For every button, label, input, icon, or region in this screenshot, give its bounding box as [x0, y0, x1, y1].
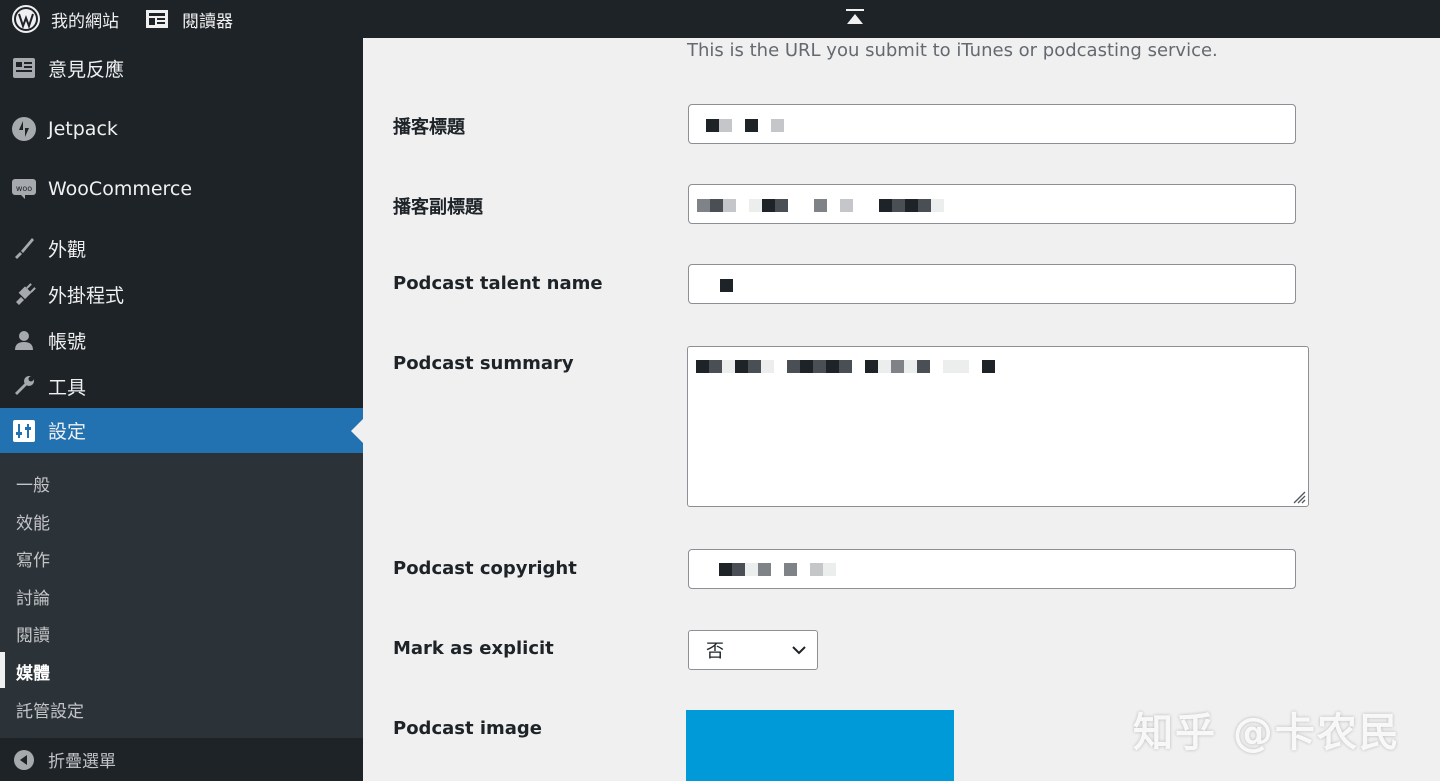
podcast-image-preview[interactable] [686, 710, 954, 781]
sidebar-item-label: WooCommerce [48, 178, 193, 200]
podcast-title-input[interactable] [688, 104, 1296, 144]
collapse-menu-button[interactable]: 折疊選單 [0, 738, 363, 781]
current-submenu-marker [0, 652, 5, 688]
sidebar-item-label: 外掛程式 [48, 284, 125, 307]
sidebar-item-feedback[interactable]: 意見反應 [0, 47, 363, 89]
podcast-summary-label: Podcast summary [393, 353, 574, 374]
redacted-text [696, 357, 995, 375]
sidebar-item-label: 設定 [48, 421, 87, 443]
podcast-copyright-label: Podcast copyright [393, 558, 577, 579]
podcast-copyright-input[interactable] [688, 549, 1296, 589]
sidebar-item-plugins[interactable]: 外掛程式 [0, 273, 363, 315]
site-menu-item[interactable]: 我的網站 [12, 0, 119, 38]
podcast-image-label: Podcast image [393, 718, 543, 739]
sidebar-item-jetpack[interactable]: Jetpack [0, 108, 363, 150]
admin-bar: 我的網站 閱讀器 [0, 0, 1440, 38]
watermark-text: 知乎 @卡农民 [1133, 710, 1401, 756]
svg-text:woo: woo [16, 184, 32, 193]
podcast-subtitle-label: 播客副標題 [393, 197, 483, 218]
redaction-smear [697, 267, 787, 301]
chevron-down-icon [792, 646, 806, 655]
admin-sidebar: 意見反應 Jetpack woo WooCommerce 外觀 外掛程式 帳號 [0, 38, 363, 781]
collapse-up-icon[interactable] [845, 8, 865, 26]
reader-icon [146, 10, 168, 28]
reader-menu-item[interactable]: 閱讀器 [145, 0, 233, 38]
user-icon [11, 327, 37, 353]
submenu-item-performance[interactable]: 效能 [16, 509, 50, 534]
sidebar-item-woocommerce[interactable]: woo WooCommerce [0, 168, 363, 210]
reader-label: 閱讀器 [182, 11, 233, 32]
submenu-item-discussion[interactable]: 討論 [16, 584, 50, 609]
sidebar-item-label: 工具 [48, 376, 87, 399]
mark-explicit-value: 否 [706, 641, 724, 662]
sidebar-item-settings[interactable]: 設定 [0, 408, 363, 453]
sidebar-item-users[interactable]: 帳號 [0, 319, 363, 361]
redacted-text [719, 560, 836, 578]
sidebar-item-label: Jetpack [48, 118, 118, 140]
podcast-talent-name-label: Podcast talent name [393, 273, 603, 294]
submenu-item-general[interactable]: 一般 [16, 471, 50, 496]
sidebar-item-appearance[interactable]: 外觀 [0, 227, 363, 269]
collapse-menu-label: 折疊選單 [48, 752, 116, 772]
collapse-left-icon [14, 749, 34, 770]
appearance-brush-icon [11, 235, 37, 261]
current-menu-arrow [351, 418, 363, 443]
podcast-subtitle-input[interactable] [688, 184, 1296, 224]
submenu-item-media[interactable]: 媒體 [16, 659, 50, 684]
redacted-text [720, 276, 733, 294]
plugins-icon [11, 281, 37, 307]
wrench-icon [11, 373, 37, 399]
sidebar-item-tools[interactable]: 工具 [0, 365, 363, 407]
sidebar-item-label: 外觀 [48, 238, 87, 261]
redacted-text [697, 196, 944, 214]
mark-explicit-select[interactable]: 否 [688, 630, 818, 670]
mark-explicit-label: Mark as explicit [393, 638, 554, 659]
settings-content: This is the URL you submit to iTunes or … [363, 38, 1440, 781]
sidebar-item-label: 帳號 [48, 330, 87, 353]
podcast-summary-textarea[interactable] [687, 346, 1309, 507]
redacted-text [706, 116, 784, 134]
wordpress-icon [12, 5, 40, 33]
submenu-item-hosting[interactable]: 託管設定 [16, 697, 84, 722]
settings-icon [11, 418, 37, 444]
resize-handle-icon[interactable] [1292, 490, 1306, 504]
site-name: 我的網站 [51, 11, 119, 32]
submenu-item-reading[interactable]: 閱讀 [16, 621, 50, 646]
woocommerce-icon: woo [11, 176, 37, 202]
podcast-title-label: 播客標題 [393, 117, 465, 138]
jetpack-icon [11, 116, 37, 142]
feed-url-description: This is the URL you submit to iTunes or … [687, 40, 1218, 61]
settings-submenu: 一般 效能 寫作 討論 閱讀 媒體 託管設定 [0, 453, 363, 738]
podcast-talent-name-input[interactable] [688, 264, 1296, 304]
feedback-icon [11, 55, 37, 81]
sidebar-item-label: 意見反應 [48, 58, 125, 81]
submenu-item-writing[interactable]: 寫作 [16, 546, 50, 571]
